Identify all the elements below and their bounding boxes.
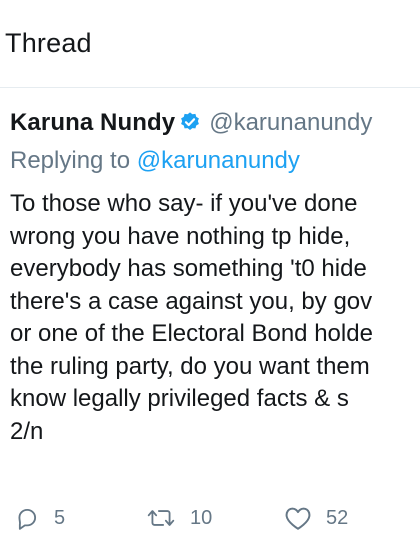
replying-to: Replying to @karunanundy: [10, 146, 300, 176]
header-bar: Thread: [0, 0, 420, 88]
page-title: Thread: [5, 28, 92, 58]
tweet-text-line: everybody has something 't0 hide: [10, 255, 367, 282]
tweet-text-line: wrong you have nothing tp hide,: [10, 222, 351, 250]
replying-to-label: Replying to: [10, 147, 137, 174]
tweet-text-line: there's a case against you, by gov: [10, 287, 373, 315]
retweet-count: 10: [190, 506, 213, 529]
author-handle[interactable]: @karunanundy: [209, 109, 372, 136]
tweet-text-line: the ruling party, do you want them: [10, 352, 370, 380]
tweet-text-line: 2/n: [10, 417, 44, 445]
tweet-text-line: know legally privileged facts & s: [10, 385, 349, 412]
replying-to-handle[interactable]: @karunanundy: [137, 147, 300, 174]
like-button[interactable]: 52: [284, 498, 348, 538]
like-count: 52: [326, 506, 349, 529]
tweet-actions: 5 10 52: [0, 498, 420, 538]
tweet-text: To those who say- if you've done wrong y…: [10, 188, 420, 448]
reply-icon: [14, 505, 40, 531]
retweet-button[interactable]: 10: [146, 498, 212, 538]
like-icon: [284, 505, 312, 531]
verified-badge-icon: [179, 111, 201, 133]
author-row: Karuna Nundy @karunanundy: [10, 108, 372, 138]
reply-button[interactable]: 5: [14, 498, 65, 538]
reply-count: 5: [54, 506, 66, 529]
tweet[interactable]: Karuna Nundy @karunanundy Replying to @ka…: [0, 88, 420, 560]
tweet-text-line: or one of the Electoral Bond holde: [10, 320, 373, 347]
tweet-text-line: To those who say- if you've done: [10, 190, 358, 217]
author-name[interactable]: Karuna Nundy: [10, 109, 175, 136]
retweet-icon: [146, 505, 176, 531]
